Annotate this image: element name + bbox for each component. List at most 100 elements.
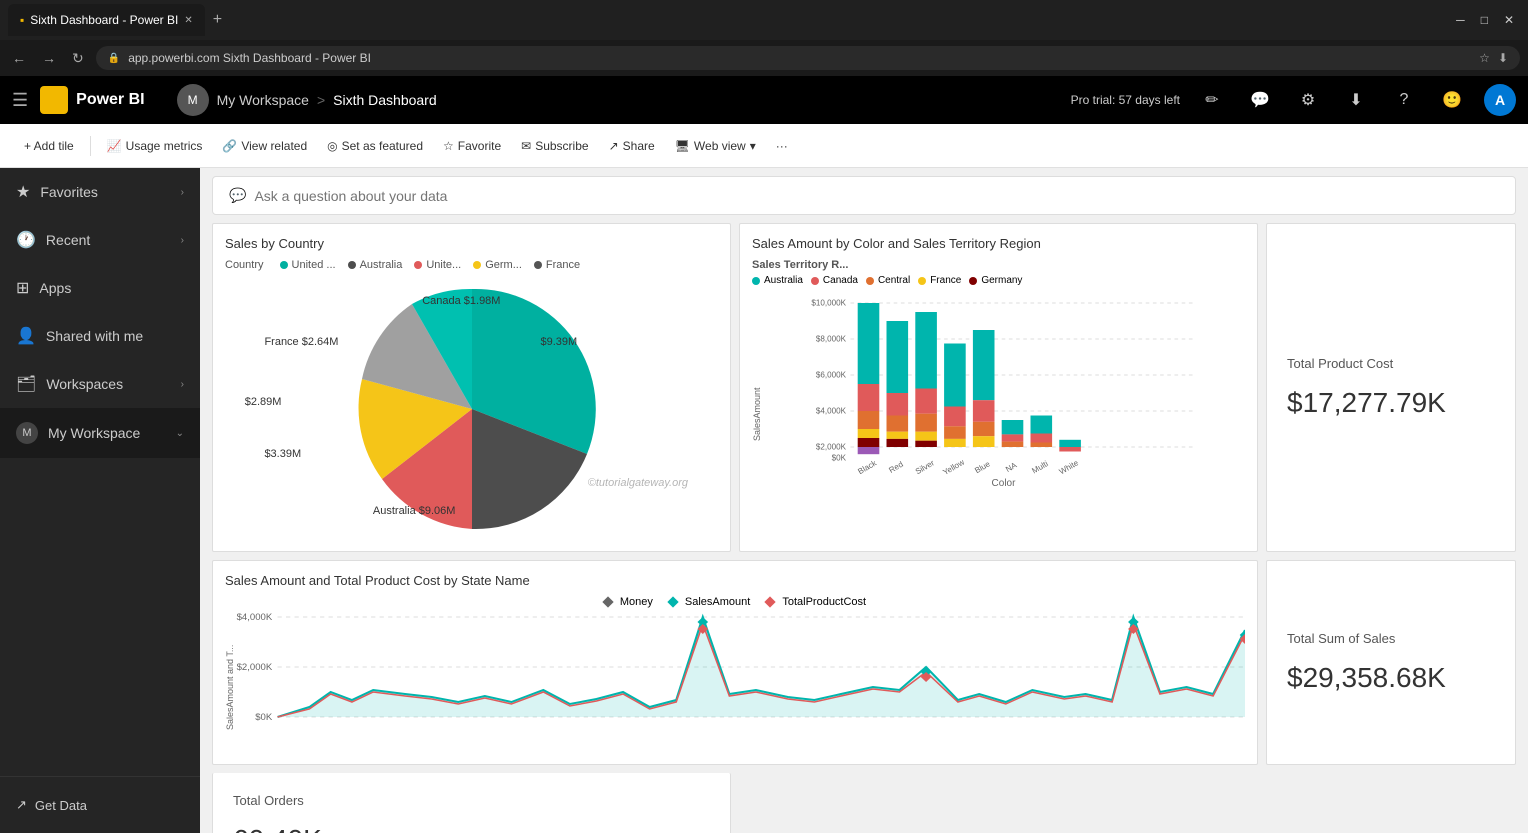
back-button[interactable]: ← (8, 46, 30, 70)
feedback-icon[interactable]: 🙂 (1436, 84, 1468, 116)
legend-item-bar-canada: Canada (811, 275, 858, 286)
close-button[interactable]: ✕ (1498, 13, 1520, 27)
sidebar-item-workspaces[interactable]: 🗂 Workspaces › (0, 360, 200, 408)
bookmark-icon[interactable]: ☆ (1479, 51, 1490, 65)
workspace-avatar[interactable]: M (177, 84, 209, 116)
get-data-label: Get Data (35, 798, 87, 813)
sidebar-item-apps[interactable]: ⊞ Apps (0, 264, 200, 312)
legend-label-unite: Unite... (426, 259, 461, 271)
bar-chart-area: SalesAmount $10,000K (752, 294, 1245, 514)
set-featured-button[interactable]: ◎ Set as featured (319, 135, 431, 157)
chat-icon[interactable]: 💬 (1244, 84, 1276, 116)
legend-item-bar-germany: Germany (969, 275, 1022, 286)
line-chart-area: SalesAmount and T... $4,000K $2,000K $0 (225, 612, 1245, 752)
sidebar-item-my-workspace[interactable]: M My Workspace ⌄ (0, 408, 200, 458)
line-chart-svg: $4,000K $2,000K $0K (235, 612, 1245, 752)
maximize-button[interactable]: □ (1475, 13, 1494, 27)
envelope-icon: ✉ (521, 139, 531, 153)
tab-close-button[interactable]: ✕ (184, 15, 192, 26)
legend-diamond-money (602, 596, 613, 607)
kpi-tile-sum-sales: Total Sum of Sales $29,358.68K (1266, 560, 1516, 765)
workspaces-icon: 🗂 (16, 374, 36, 394)
svg-text:$0K: $0K (255, 712, 273, 722)
legend-label-australia: Australia (360, 259, 403, 271)
workspace-label[interactable]: My Workspace (217, 92, 309, 108)
svg-text:$8,000K: $8,000K (816, 335, 847, 344)
get-data-button[interactable]: ↗ Get Data (16, 789, 184, 821)
recent-icon: 🕐 (16, 230, 36, 250)
svg-text:$4,000K: $4,000K (816, 407, 847, 416)
legend-item-bar-australia: Australia (752, 275, 803, 286)
svg-text:White: White (1058, 458, 1081, 474)
user-avatar[interactable]: A (1484, 84, 1516, 116)
window-controls: ─ □ ✕ (1450, 13, 1520, 27)
legend-dot-unite (414, 261, 422, 269)
line-y-axis-label: SalesAmount and T... (225, 612, 235, 752)
edit-icon[interactable]: ✏ (1196, 84, 1228, 116)
forward-button[interactable]: → (38, 46, 60, 70)
get-data-icon: ↗ (16, 797, 27, 813)
legend-dot-australia (348, 261, 356, 269)
legend-dot-bar-france (918, 277, 926, 285)
breadcrumb-separator: > (317, 92, 325, 108)
tab-favicon: ▪ (20, 13, 24, 27)
watermark: ©tutorialgateway.org (588, 477, 688, 489)
sidebar-item-recent[interactable]: 🕐 Recent › (0, 216, 200, 264)
legend-item-australia: Australia (348, 259, 403, 271)
kpi-title-product-cost: Total Product Cost (1287, 356, 1495, 371)
refresh-button[interactable]: ↻ (68, 46, 88, 71)
pie-chart-svg (322, 279, 622, 539)
legend-item-money: Money (604, 596, 653, 608)
legend-label-cost: TotalProductCost (782, 596, 866, 608)
pie-chart-tile: Sales by Country Country United ... Aust… (212, 223, 731, 552)
active-tab[interactable]: ▪ Sixth Dashboard - Power BI ✕ (8, 4, 205, 36)
recent-chevron: › (181, 235, 184, 246)
bar-x-title: Color (762, 478, 1245, 489)
legend-label-bar-australia: Australia (764, 275, 803, 286)
qa-icon: 💬 (229, 187, 246, 204)
sidebar-bottom: ↗ Get Data (0, 776, 200, 833)
hamburger-menu[interactable]: ☰ (12, 90, 28, 111)
web-view-button[interactable]: 🖥 Web view ▾ (667, 135, 764, 157)
legend-label-germ: Germ... (485, 259, 522, 271)
download-nav-icon[interactable]: ⬇ (1340, 84, 1372, 116)
subscribe-button[interactable]: ✉ Subscribe (513, 135, 596, 157)
svg-text:Red: Red (887, 460, 904, 474)
apps-icon: ⊞ (16, 278, 29, 298)
usage-metrics-button[interactable]: 📈 Usage metrics (99, 135, 211, 157)
workspaces-label: Workspaces (46, 376, 123, 392)
legend-diamond-cost (765, 596, 776, 607)
pie-label-289: $2.89M (245, 396, 282, 408)
workspaces-chevron: › (181, 379, 184, 390)
pie-chart-title: Sales by Country (225, 236, 718, 251)
svg-text:$0K: $0K (832, 454, 847, 463)
app-shell: ☰ Power BI M My Workspace > Sixth Dashbo… (0, 76, 1528, 833)
settings-icon[interactable]: ⚙ (1292, 84, 1324, 116)
bar-legend-title: Sales Territory R... (752, 259, 1245, 271)
add-tile-button[interactable]: + Add tile (16, 135, 82, 157)
favorites-icon: ★ (16, 182, 30, 202)
y-axis-label: SalesAmount (752, 294, 762, 514)
sidebar-spacer (0, 458, 200, 776)
sidebar-item-shared[interactable]: 👤 Shared with me (0, 312, 200, 360)
sidebar-item-favorites[interactable]: ★ Favorites › (0, 168, 200, 216)
view-related-button[interactable]: 🔗 View related (214, 135, 315, 157)
top-nav: ☰ Power BI M My Workspace > Sixth Dashbo… (0, 76, 1528, 124)
kpi-tile-product-cost: Total Product Cost $17,277.79K (1266, 223, 1516, 552)
svg-text:$2,000K: $2,000K (816, 443, 847, 452)
share-button[interactable]: ↗ Share (601, 135, 663, 157)
power-bi-logo: Power BI (40, 86, 144, 114)
more-options-button[interactable]: ··· (768, 135, 796, 157)
new-tab-button[interactable]: + (213, 11, 222, 29)
kpi-title-orders: Total Orders (233, 793, 710, 808)
qa-bar[interactable]: 💬 (212, 176, 1516, 215)
favorite-button[interactable]: ☆ Favorite (435, 135, 509, 157)
minimize-button[interactable]: ─ (1450, 13, 1471, 27)
download-icon[interactable]: ⬇ (1498, 51, 1508, 65)
shared-icon: 👤 (16, 326, 36, 346)
help-icon[interactable]: ? (1388, 84, 1420, 116)
address-bar-row: ← → ↻ 🔒 app.powerbi.com Sixth Dashboard … (0, 40, 1528, 76)
qa-input[interactable] (254, 188, 1499, 204)
address-bar[interactable]: 🔒 app.powerbi.com Sixth Dashboard - Powe… (96, 46, 1520, 70)
legend-diamond-sales (667, 596, 678, 607)
